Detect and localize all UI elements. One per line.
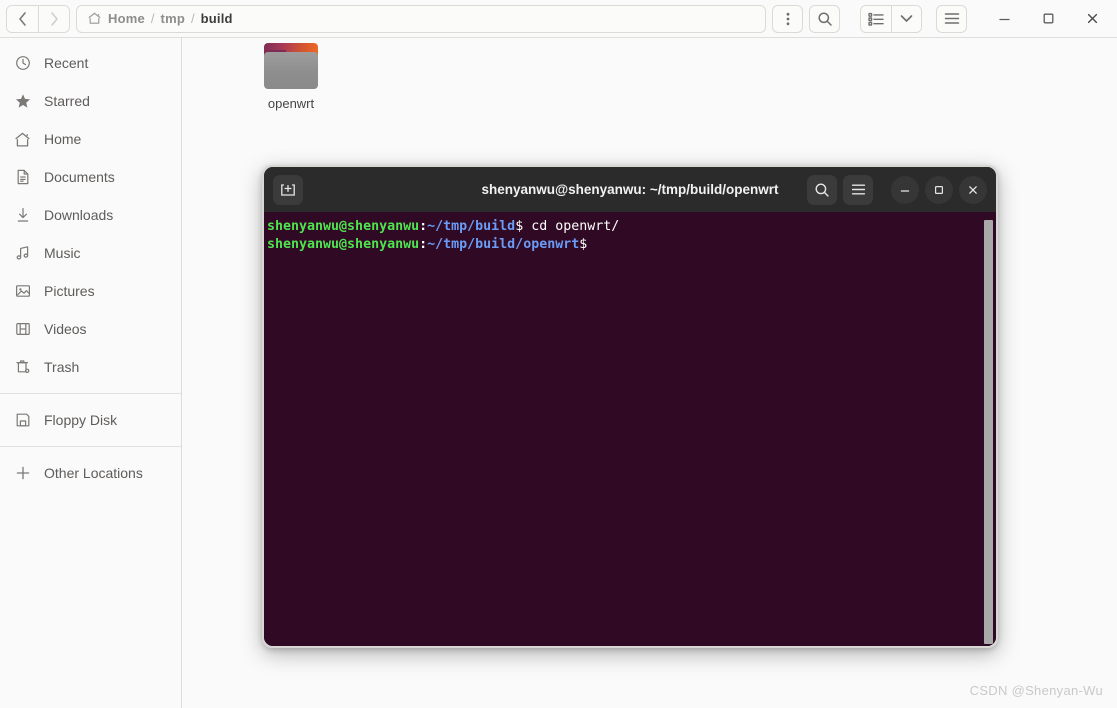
sidebar-item-label: Downloads bbox=[44, 207, 113, 223]
image-icon bbox=[14, 283, 31, 300]
new-tab-button[interactable] bbox=[273, 175, 303, 205]
terminal-line: shenyanwu@shenyanwu:~/tmp/build/openwrt$ bbox=[267, 237, 587, 252]
terminal-prompt-colon: : bbox=[419, 237, 427, 252]
window-minimize-button[interactable] bbox=[985, 0, 1023, 38]
search-button[interactable] bbox=[809, 5, 840, 33]
plus-icon bbox=[14, 465, 31, 482]
terminal-prompt-colon: : bbox=[419, 219, 427, 234]
sidebar-item-label: Floppy Disk bbox=[44, 412, 117, 428]
sidebar-item-label: Documents bbox=[44, 169, 115, 185]
terminal-titlebar[interactable]: shenyanwu@shenyanwu: ~/tmp/build/openwrt bbox=[264, 167, 996, 212]
breadcrumb-item-tmp[interactable]: tmp bbox=[161, 11, 185, 26]
view-mode-group bbox=[860, 5, 922, 33]
forward-button[interactable] bbox=[38, 6, 69, 32]
terminal-scrollbar-thumb[interactable] bbox=[984, 220, 993, 644]
sidebar-item-floppy-disk[interactable]: Floppy Disk bbox=[0, 401, 181, 439]
view-options-dropdown-button[interactable] bbox=[891, 6, 921, 32]
sidebar-item-label: Starred bbox=[44, 93, 90, 109]
sidebar-item-videos[interactable]: Videos bbox=[0, 310, 181, 348]
trash-icon bbox=[14, 359, 31, 376]
home-icon bbox=[14, 131, 31, 148]
terminal-menu-button[interactable] bbox=[843, 175, 873, 205]
sidebar-item-pictures[interactable]: Pictures bbox=[0, 272, 181, 310]
terminal-prompt-path: ~/tmp/build bbox=[427, 219, 515, 234]
watermark: CSDN @Shenyan-Wu bbox=[970, 683, 1103, 698]
sidebar-item-home[interactable]: Home bbox=[0, 120, 181, 158]
sidebar-item-starred[interactable]: Starred bbox=[0, 82, 181, 120]
film-icon bbox=[14, 321, 31, 338]
breadcrumb-path-bar[interactable]: Home / tmp / build bbox=[76, 5, 766, 33]
places-sidebar: Recent Starred Home Documents bbox=[0, 38, 182, 708]
terminal-scrollbar[interactable] bbox=[981, 218, 996, 646]
terminal-prompt-user: shenyanwu@shenyanwu bbox=[267, 237, 419, 252]
sidebar-item-documents[interactable]: Documents bbox=[0, 158, 181, 196]
terminal-command: $ bbox=[579, 237, 587, 252]
sidebar-item-label: Music bbox=[44, 245, 81, 261]
window-close-button[interactable] bbox=[1073, 0, 1111, 38]
terminal-body[interactable]: shenyanwu@shenyanwu:~/tmp/build$ cd open… bbox=[264, 212, 996, 646]
clock-icon bbox=[14, 55, 31, 72]
home-icon bbox=[87, 11, 102, 26]
sidebar-item-other-locations[interactable]: Other Locations bbox=[0, 454, 181, 492]
window-body: Recent Starred Home Documents bbox=[0, 38, 1117, 708]
terminal-window[interactable]: shenyanwu@shenyanwu: ~/tmp/build/openwrt bbox=[262, 165, 998, 648]
sidebar-item-downloads[interactable]: Downloads bbox=[0, 196, 181, 234]
sidebar-divider bbox=[0, 393, 181, 394]
sidebar-item-recent[interactable]: Recent bbox=[0, 44, 181, 82]
floppy-disk-icon bbox=[14, 412, 31, 429]
window-maximize-button[interactable] bbox=[1029, 0, 1067, 38]
sidebar-item-label: Home bbox=[44, 131, 81, 147]
terminal-command: $ cd openwrt/ bbox=[515, 219, 619, 234]
kebab-menu-button[interactable] bbox=[772, 5, 803, 33]
window-header: Home / tmp / build bbox=[0, 0, 1117, 38]
sidebar-item-label: Videos bbox=[44, 321, 87, 337]
breadcrumb-separator: / bbox=[151, 11, 155, 26]
navigation-button-group bbox=[6, 5, 70, 33]
file-item-openwrt[interactable]: openwrt bbox=[243, 43, 339, 111]
terminal-prompt-user: shenyanwu@shenyanwu bbox=[267, 219, 419, 234]
terminal-minimize-button[interactable] bbox=[891, 176, 919, 204]
file-item-label: openwrt bbox=[268, 96, 314, 111]
sidebar-item-label: Pictures bbox=[44, 283, 95, 299]
star-icon bbox=[14, 93, 31, 110]
document-icon bbox=[14, 169, 31, 186]
terminal-maximize-button[interactable] bbox=[925, 176, 953, 204]
terminal-prompt-path: ~/tmp/build/openwrt bbox=[427, 237, 579, 252]
terminal-line: shenyanwu@shenyanwu:~/tmp/build$ cd open… bbox=[267, 219, 619, 234]
terminal-output[interactable]: shenyanwu@shenyanwu:~/tmp/build$ cd open… bbox=[266, 218, 981, 646]
list-view-button[interactable] bbox=[861, 6, 891, 32]
music-note-icon bbox=[14, 245, 31, 262]
file-list-area[interactable]: openwrt shenyanwu@shenyanwu: ~/tmp/build… bbox=[182, 38, 1117, 708]
terminal-close-button[interactable] bbox=[959, 176, 987, 204]
sidebar-item-label: Other Locations bbox=[44, 465, 143, 481]
sidebar-item-music[interactable]: Music bbox=[0, 234, 181, 272]
download-icon bbox=[14, 207, 31, 224]
terminal-search-button[interactable] bbox=[807, 175, 837, 205]
hamburger-menu-button[interactable] bbox=[936, 5, 967, 33]
folder-icon bbox=[264, 43, 318, 89]
sidebar-item-label: Trash bbox=[44, 359, 79, 375]
sidebar-item-label: Recent bbox=[44, 55, 88, 71]
back-button[interactable] bbox=[7, 6, 38, 32]
sidebar-divider bbox=[0, 446, 181, 447]
breadcrumb-item-home[interactable]: Home bbox=[108, 11, 145, 26]
file-manager-window: Home / tmp / build bbox=[0, 0, 1117, 708]
sidebar-item-trash[interactable]: Trash bbox=[0, 348, 181, 386]
breadcrumb-item-build[interactable]: build bbox=[201, 11, 233, 26]
breadcrumb-separator: / bbox=[191, 11, 195, 26]
